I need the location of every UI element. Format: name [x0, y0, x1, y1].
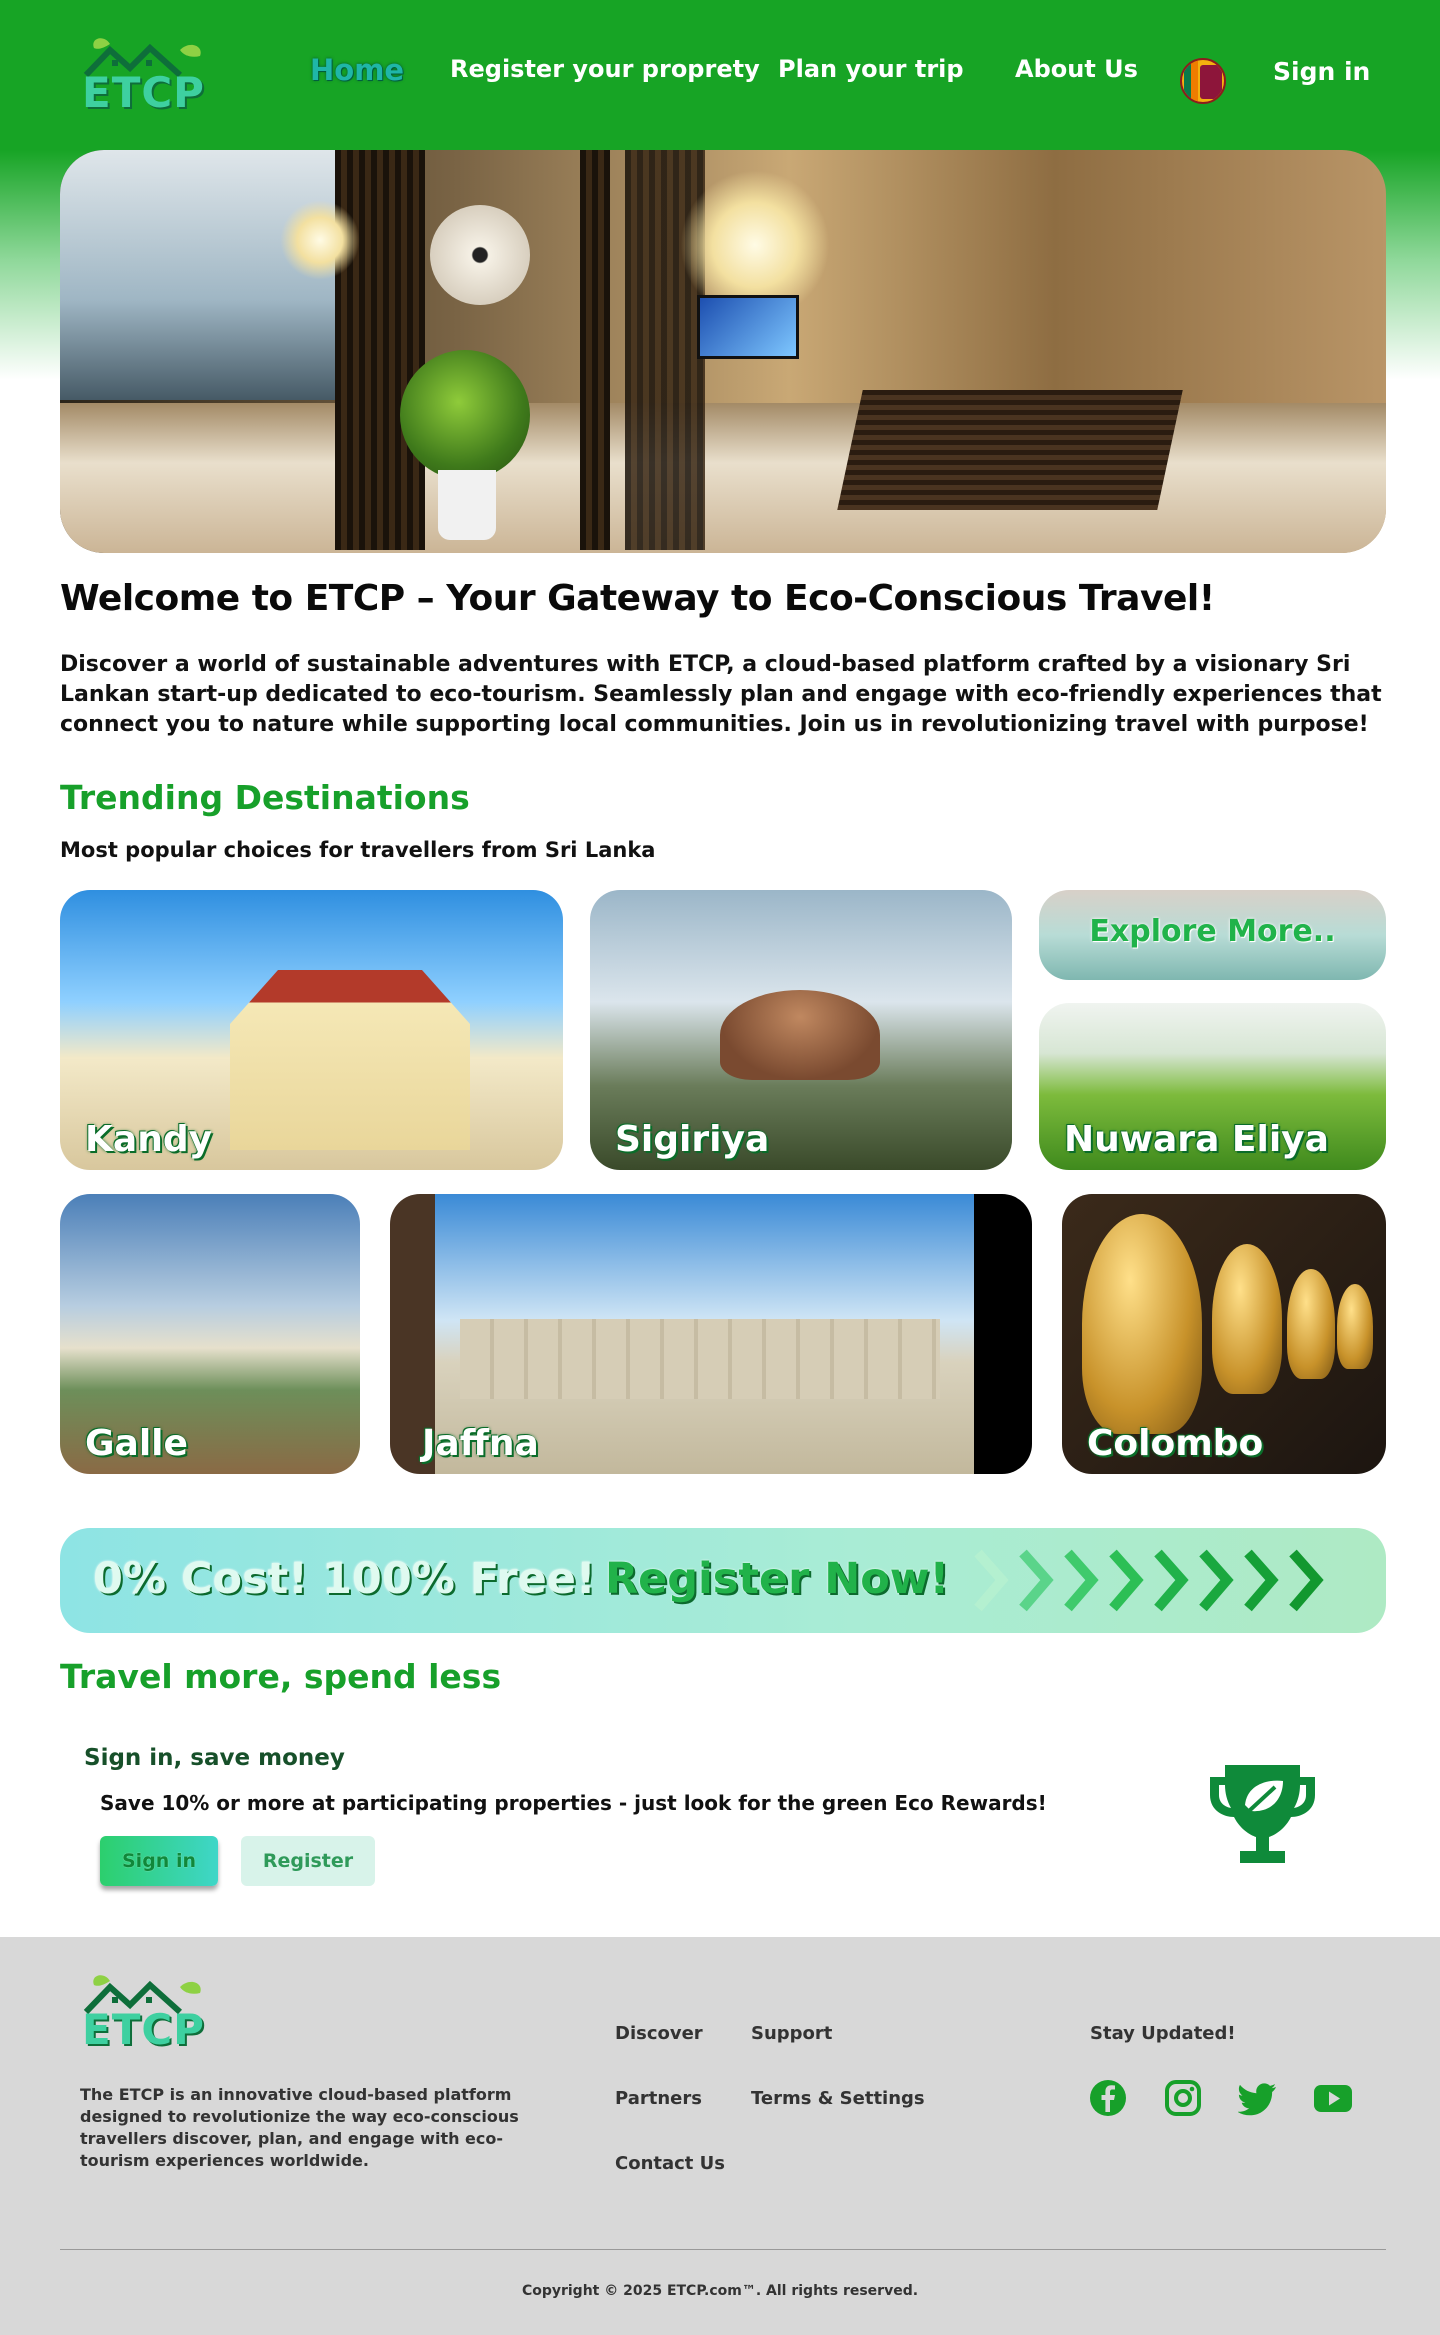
footer-link-contact[interactable]: Contact Us — [615, 2153, 725, 2174]
banner-cost-text: 0% Cost! — [93, 1554, 308, 1604]
chevron-right-icon — [974, 1549, 1009, 1612]
twitter-icon[interactable] — [1238, 2078, 1278, 2118]
trophy-leaf-icon — [1210, 1765, 1315, 1863]
banner-free-text: 100% Free! — [322, 1554, 596, 1604]
footer-link-partners[interactable]: Partners — [615, 2088, 702, 2109]
footer-logo[interactable]: ETCP — [80, 1967, 240, 2057]
register-now-banner[interactable]: 0% Cost! 100% Free! Register Now! — [60, 1528, 1386, 1633]
destination-label: Colombo — [1087, 1423, 1264, 1464]
sign-in-save-subtitle: Save 10% or more at participating proper… — [100, 1791, 1047, 1815]
destination-label: Nuwara Eliya — [1064, 1119, 1329, 1160]
nav-sign-in[interactable]: Sign in — [1273, 57, 1370, 86]
destination-card-sigiriya[interactable]: Sigiriya — [590, 890, 1012, 1170]
footer-link-support[interactable]: Support — [751, 2023, 832, 2044]
rewards-title: Travel more, spend less — [60, 1657, 502, 1696]
welcome-title: Welcome to ETCP – Your Gateway to Eco-Co… — [60, 578, 1215, 619]
welcome-intro: Discover a world of sustainable adventur… — [60, 652, 1382, 737]
nav-about-us[interactable]: About Us — [1015, 55, 1138, 83]
footer-link-terms[interactable]: Terms & Settings — [751, 2088, 925, 2109]
chevron-right-icon — [1289, 1549, 1324, 1612]
copyright-text: Copyright © 2025 ETCP.com™. All rights r… — [521, 2283, 919, 2299]
trending-title: Trending Destinations — [60, 778, 470, 817]
destination-card-nuwara-eliya[interactable]: Nuwara Eliya — [1039, 1003, 1386, 1170]
destination-label: Sigiriya — [615, 1119, 770, 1160]
destination-card-galle[interactable]: Galle — [60, 1194, 360, 1474]
register-button[interactable]: Register — [241, 1836, 375, 1886]
youtube-icon[interactable] — [1313, 2078, 1353, 2118]
footer-logo-text: ETCP — [82, 2005, 205, 2054]
facebook-icon[interactable] — [1088, 2078, 1128, 2118]
nav-register-property[interactable]: Register your proprety — [450, 55, 760, 83]
nav-plan-trip[interactable]: Plan your trip — [778, 55, 964, 83]
hero-image — [60, 150, 1386, 553]
chevron-right-icon — [1154, 1549, 1189, 1612]
destination-card-jaffna[interactable]: Jaffna — [390, 1194, 1032, 1474]
chevron-right-icon — [1244, 1549, 1279, 1612]
destination-label: Galle — [85, 1423, 188, 1464]
banner-register-text: Register Now! — [605, 1554, 950, 1604]
sri-lanka-flag-icon[interactable] — [1180, 58, 1226, 104]
chevron-right-icon — [1199, 1549, 1234, 1612]
destination-label: Jaffna — [422, 1423, 539, 1464]
chevron-right-icon — [1019, 1549, 1054, 1612]
footer-divider — [60, 2249, 1386, 2250]
sign-in-button[interactable]: Sign in — [100, 1836, 218, 1886]
trending-subtitle: Most popular choices for travellers from… — [60, 838, 656, 862]
destination-card-kandy[interactable]: Kandy — [60, 890, 563, 1170]
explore-more-card[interactable]: Explore More.. — [1039, 890, 1386, 980]
sign-in-save-title: Sign in, save money — [84, 1745, 345, 1771]
chevron-right-icon — [1064, 1549, 1099, 1612]
chevron-right-icon — [1109, 1549, 1144, 1612]
stay-updated-label: Stay Updated! — [1090, 2023, 1236, 2044]
explore-more-label: Explore More.. — [1089, 914, 1336, 949]
destination-label: Kandy — [85, 1119, 213, 1160]
footer-description: The ETCP is an innovative cloud-based pl… — [80, 2085, 519, 2170]
footer-link-discover[interactable]: Discover — [615, 2023, 703, 2044]
instagram-icon[interactable] — [1163, 2078, 1203, 2118]
destination-card-colombo[interactable]: Colombo — [1062, 1194, 1386, 1474]
nav-home[interactable]: Home — [310, 53, 404, 87]
